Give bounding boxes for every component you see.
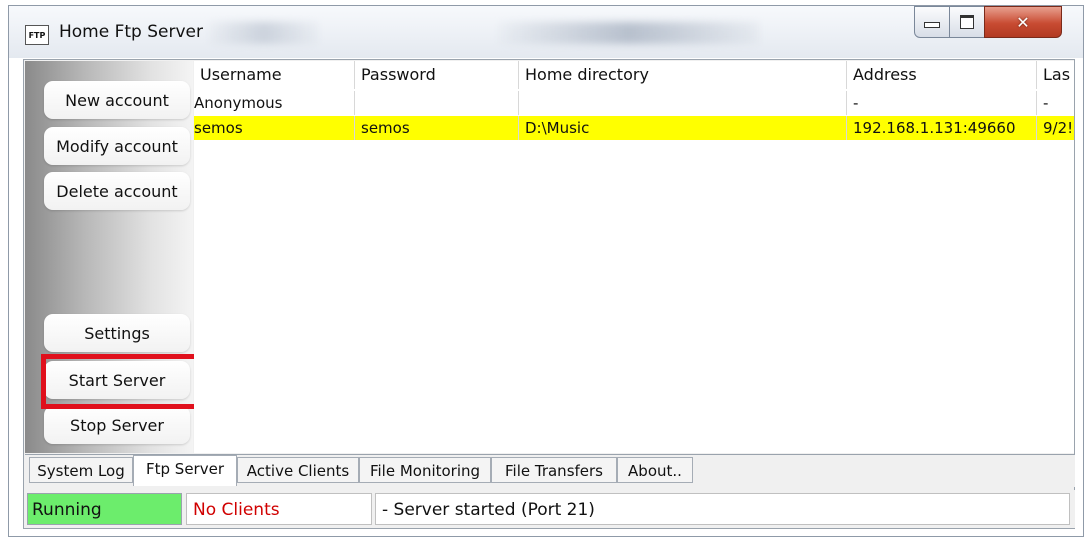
cell-home-directory: D:\Music: [519, 116, 847, 140]
title-bar[interactable]: FTP Home Ftp Server ✕: [9, 6, 1083, 58]
app-window: FTP Home Ftp Server ✕ New account Modify…: [8, 5, 1084, 537]
column-header-password[interactable]: Password: [355, 61, 519, 89]
column-header-address[interactable]: Address: [847, 61, 1037, 89]
maximize-button[interactable]: [949, 6, 985, 38]
column-header-home-directory[interactable]: Home directory: [519, 61, 847, 89]
minimize-icon: [924, 22, 940, 28]
cell-username: semos: [194, 116, 355, 140]
settings-button[interactable]: Settings: [44, 314, 190, 352]
close-button[interactable]: ✕: [984, 6, 1062, 38]
delete-account-button[interactable]: Delete account: [44, 172, 190, 210]
cell-username: Anonymous: [194, 91, 355, 115]
close-icon: ✕: [1016, 12, 1030, 32]
window-title: Home Ftp Server: [59, 22, 203, 42]
tab-file-transfers[interactable]: File Transfers: [491, 457, 617, 483]
minimize-button[interactable]: [914, 6, 950, 38]
blurred-region: [209, 22, 319, 44]
tab-ftp-server[interactable]: Ftp Server: [133, 455, 237, 486]
cell-last: 9/2!: [1037, 116, 1074, 140]
accounts-table[interactable]: Username Password Home directory Address…: [194, 61, 1074, 453]
cell-address: 192.168.1.131:49660: [847, 116, 1037, 140]
cell-password: [355, 91, 519, 115]
new-account-button[interactable]: New account: [44, 81, 190, 119]
ftp-app-icon: FTP: [25, 25, 49, 45]
blurred-region: [499, 22, 759, 44]
tab-file-monitoring[interactable]: File Monitoring: [359, 457, 491, 483]
cell-address: -: [847, 91, 1037, 115]
maximize-icon: [960, 15, 974, 29]
cell-home-directory: [519, 91, 847, 115]
status-bar: Running No Clients - Server started (Por…: [25, 490, 1075, 528]
tab-system-log[interactable]: System Log: [29, 457, 133, 483]
clients-status: No Clients: [186, 493, 372, 525]
server-state-indicator: Running: [27, 493, 182, 525]
cell-last: -: [1037, 91, 1074, 115]
tab-active-clients[interactable]: Active Clients: [237, 457, 359, 483]
cell-password: semos: [355, 116, 519, 140]
status-message: - Server started (Port 21): [375, 493, 1070, 525]
tab-about[interactable]: About..: [617, 457, 693, 483]
column-header-last[interactable]: Las: [1037, 61, 1074, 89]
modify-account-button[interactable]: Modify account: [44, 127, 190, 165]
column-header-username[interactable]: Username: [194, 61, 355, 89]
client-area: New account Modify account Delete accoun…: [23, 59, 1075, 529]
tab-bar: System Log Ftp Server Active Clients Fil…: [25, 454, 1075, 487]
stop-server-button[interactable]: Stop Server: [44, 406, 190, 444]
